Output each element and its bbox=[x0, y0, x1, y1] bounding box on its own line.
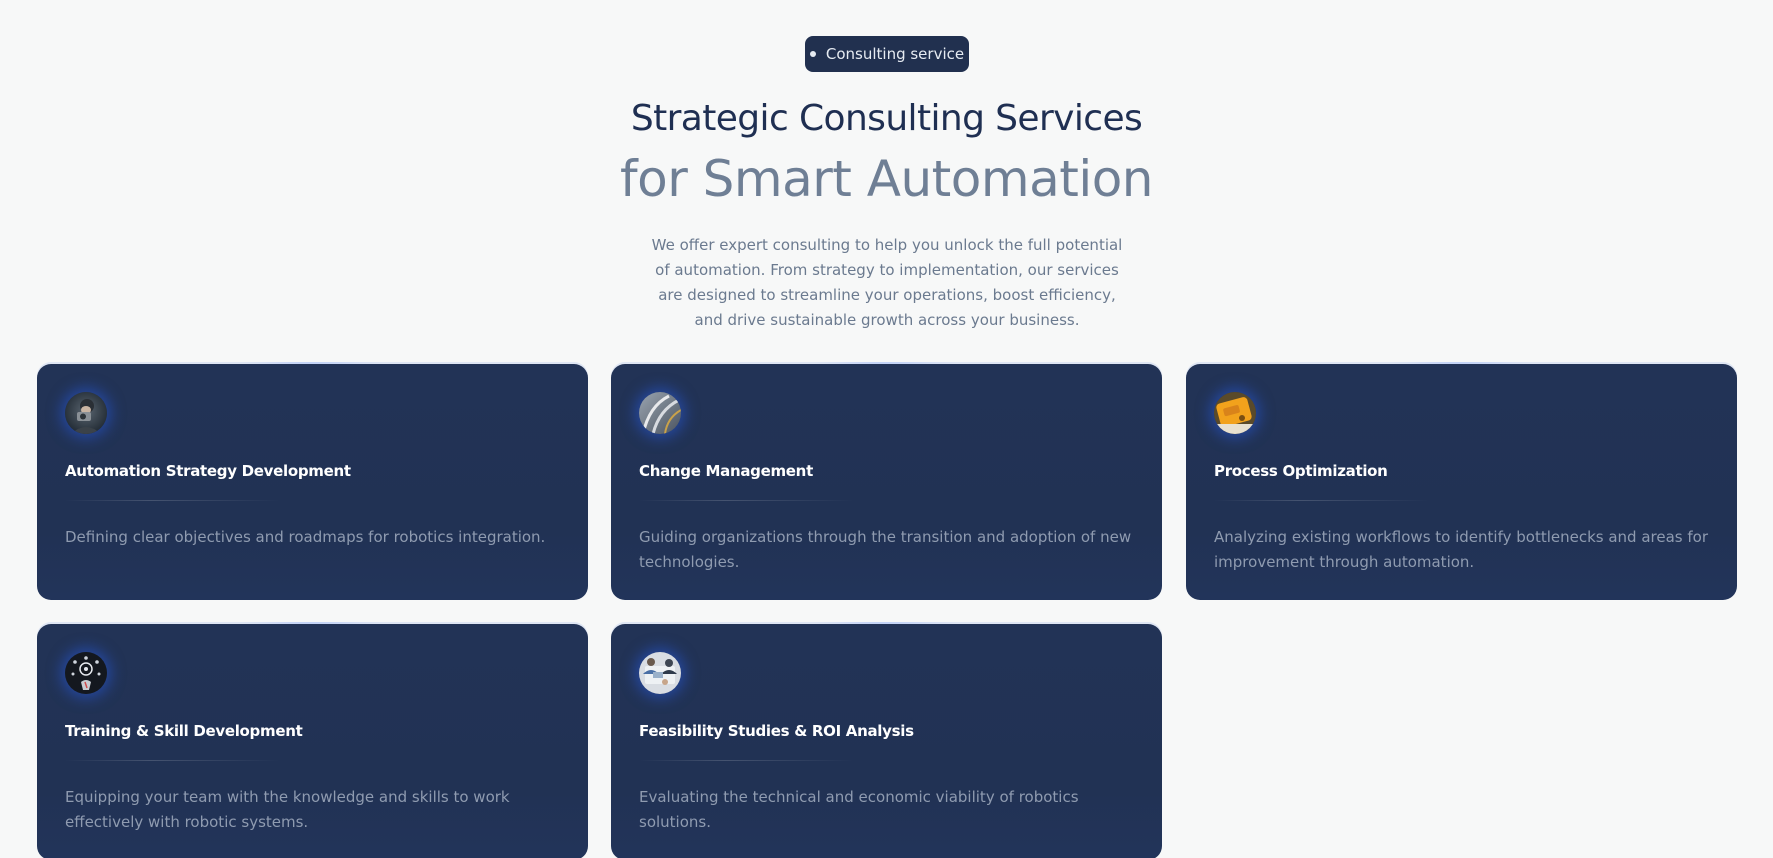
divider bbox=[1214, 500, 1429, 501]
section-title: Strategic Consulting Services bbox=[630, 98, 1143, 139]
service-description: Equipping your team with the knowledge a… bbox=[65, 788, 510, 831]
service-card-change-management[interactable]: Change Management Guiding organizations … bbox=[611, 362, 1162, 600]
divider bbox=[65, 500, 280, 501]
section-intro: We offer expert consulting to help you u… bbox=[651, 236, 1123, 329]
service-card-feasibility[interactable]: Feasibility Studies & ROI Analysis Evalu… bbox=[611, 622, 1162, 858]
bullet-icon bbox=[809, 51, 816, 57]
service-title: Process Optimization bbox=[1214, 462, 1388, 480]
service-card-training[interactable]: Training & Skill Development Equipping y… bbox=[37, 622, 588, 858]
divider bbox=[65, 760, 280, 761]
service-description: Analyzing existing workflows to identify… bbox=[1214, 528, 1709, 571]
section-subtitle: for Smart Automation bbox=[620, 150, 1154, 208]
service-title: Feasibility Studies & ROI Analysis bbox=[639, 722, 914, 740]
badge-label: Consulting service bbox=[825, 45, 965, 63]
service-description: Evaluating the technical and economic vi… bbox=[639, 788, 1079, 831]
road-curves-icon bbox=[639, 392, 681, 434]
yellow-device-icon bbox=[1214, 392, 1256, 434]
service-title: Automation Strategy Development bbox=[65, 462, 351, 480]
divider bbox=[639, 760, 854, 761]
service-title: Change Management bbox=[639, 462, 813, 480]
divider bbox=[639, 500, 854, 501]
service-title: Training & Skill Development bbox=[65, 722, 303, 740]
section-badge: Consulting service bbox=[805, 36, 969, 72]
service-description: Guiding organizations through the transi… bbox=[639, 528, 1132, 571]
service-card-process-optimization[interactable]: Process Optimization Analyzing existing … bbox=[1186, 362, 1737, 600]
person-with-camera-icon bbox=[65, 392, 107, 434]
consulting-services-section: Consulting service Strategic Consulting … bbox=[0, 0, 1773, 858]
service-description: Defining clear objectives and roadmaps f… bbox=[65, 528, 546, 546]
service-card-automation-strategy[interactable]: Automation Strategy Development Defining… bbox=[37, 362, 588, 600]
skills-network-icon bbox=[65, 652, 107, 694]
team-meeting-icon bbox=[639, 652, 681, 694]
